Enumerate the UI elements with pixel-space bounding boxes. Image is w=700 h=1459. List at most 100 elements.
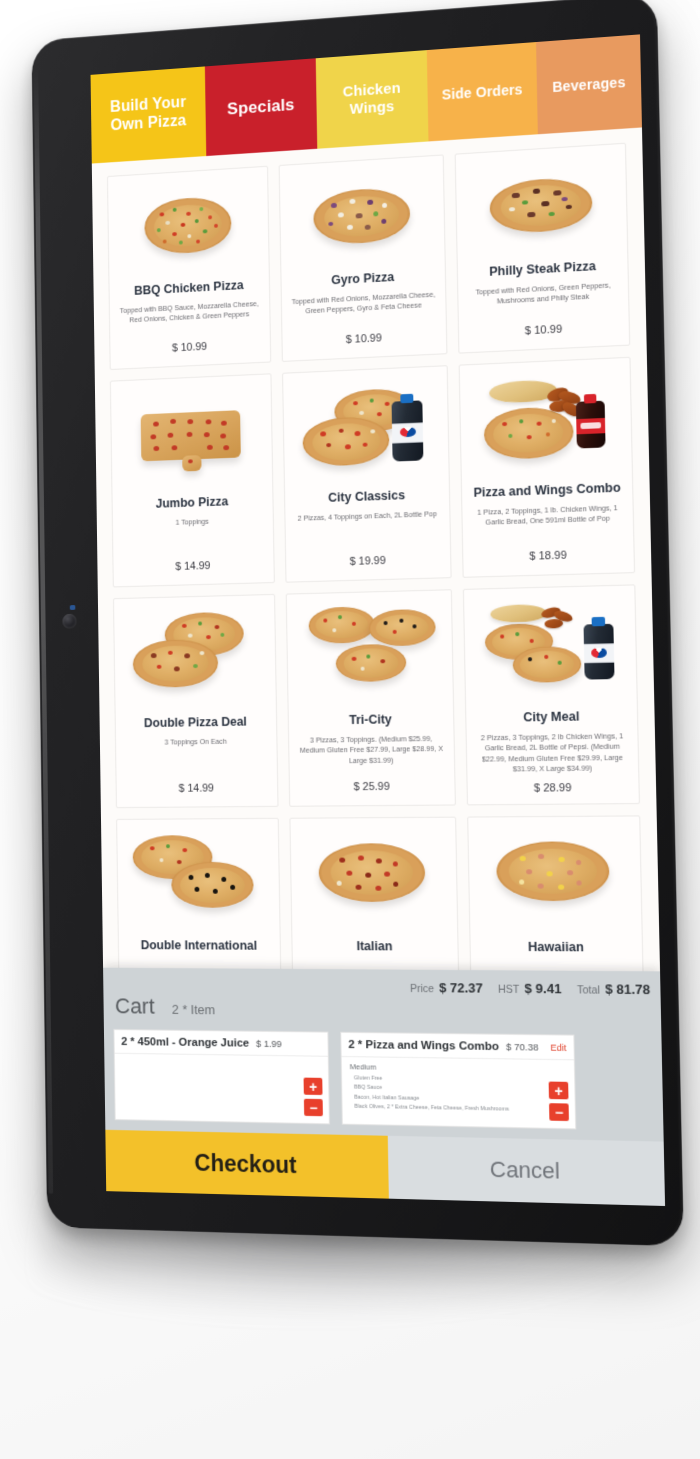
pepsi-bottle-icon	[583, 616, 615, 680]
product-image-gyro-pizza	[286, 166, 438, 270]
total-label: HST	[497, 983, 520, 996]
front-camera-icon	[62, 613, 77, 629]
total-grand: Total $ 81.78	[577, 981, 650, 997]
cart-panel: Price $ 72.37 HST $ 9.41 Total $ 81.78 C…	[103, 967, 666, 1207]
product-description: 1 Toppings	[175, 517, 209, 527]
tablet-device: Build Your Own Pizza Specials Chicken Wi…	[31, 0, 684, 1247]
total-price: Price $ 72.37	[410, 979, 483, 996]
status-led-icon	[69, 605, 76, 611]
tab-beverages[interactable]: Beverages	[536, 34, 643, 135]
cart-item-count: 2 * Item	[171, 1001, 216, 1018]
total-value: $ 81.78	[604, 980, 651, 997]
product-price: $ 10.99	[524, 323, 563, 338]
tab-build-your-own-pizza[interactable]: Build Your Own Pizza	[90, 66, 207, 164]
tab-label: Chicken Wings	[342, 80, 401, 118]
menu-card-double-pizza-deal[interactable]: Double Pizza Deal 3 Toppings On Each $ 1…	[112, 593, 279, 809]
bezel-highlight	[33, 65, 54, 1194]
product-name: Pizza and Wings Combo	[473, 480, 621, 500]
menu-row: BBQ Chicken Pizza Topped with BBQ Sauce,…	[106, 142, 631, 371]
cart-header: Cart 2 * Item	[115, 993, 215, 1020]
cart-item-orange-juice[interactable]: 2 * 450ml - Orange Juice $ 1.99 + −	[113, 1029, 330, 1125]
product-name: Double Pizza Deal	[143, 714, 247, 731]
product-description: 1 Pizza, 2 Toppings, 1 lb. Chicken Wings…	[477, 503, 618, 528]
cola-bottle-icon	[576, 394, 606, 449]
edit-cart-item-button[interactable]: Edit	[550, 1043, 566, 1053]
quantity-controls: + −	[548, 1081, 569, 1122]
quantity-controls: + −	[303, 1077, 323, 1117]
menu-card-italian[interactable]: Italian	[289, 816, 461, 1027]
product-description: 3 Pizzas, 3 Toppings. (Medium $25.99, Me…	[299, 734, 444, 765]
cart-item-header: 2 * 450ml - Orange Juice $ 1.99	[114, 1030, 328, 1057]
cart-item-option: Bacon, Hot Italian Sausage	[354, 1094, 420, 1102]
tab-chicken-wings[interactable]: Chicken Wings	[315, 50, 429, 149]
menu-card-tri-city[interactable]: Tri-City 3 Pizzas, 3 Toppings. (Medium $…	[285, 589, 457, 807]
total-label: Total	[576, 983, 601, 997]
menu-card-city-meal[interactable]: City Meal 2 Pizzas, 3 Toppings, 2 lb Chi…	[463, 584, 640, 806]
product-description: Topped with Red Onions, Mozzarella Chees…	[291, 289, 436, 316]
cart-item-options: Gluten Free BBQ Sauce Bacon, Hot Italian…	[342, 1073, 575, 1117]
total-value: $ 72.37	[438, 979, 483, 996]
product-name: Gyro Pizza	[331, 269, 395, 288]
product-image-italian	[297, 828, 450, 934]
product-name: Tri-City	[349, 712, 392, 728]
product-name: BBQ Chicken Pizza	[134, 278, 244, 298]
order-totals: Price $ 72.37 HST $ 9.41 Total $ 81.78	[355, 972, 661, 1003]
chicken-wings-icon	[540, 605, 581, 634]
menu-card-jumbo-pizza[interactable]: Jumbo Pizza 1 Toppings $ 14.99	[109, 373, 275, 588]
menu-card-city-classics[interactable]: City Classics 2 Pizzas, 4 Toppings on Ea…	[281, 365, 452, 583]
increase-quantity-button[interactable]: +	[303, 1077, 323, 1096]
product-image-jumbo-pizza	[118, 385, 266, 493]
product-image-city-classics	[290, 377, 442, 487]
menu-card-pizza-and-wings-combo[interactable]: Pizza and Wings Combo 1 Pizza, 2 Topping…	[458, 356, 636, 578]
product-description: 2 Pizzas, 3 Toppings, 2 lb Chicken Wings…	[480, 731, 624, 774]
total-hst: HST $ 9.41	[498, 980, 562, 996]
cart-item-option: Black Olives, 2 * Extra Cheese, Feta Che…	[354, 1104, 510, 1114]
screenshot-stage: Build Your Own Pizza Specials Chicken Wi…	[0, 0, 700, 1459]
pepsi-bottle-icon	[392, 393, 424, 462]
product-price: $ 19.99	[349, 554, 386, 568]
checkout-button[interactable]: Checkout	[105, 1129, 389, 1199]
tab-label: Build Your Own Pizza	[109, 94, 187, 135]
cancel-button[interactable]: Cancel	[387, 1135, 666, 1207]
product-description: 3 Toppings On Each	[164, 737, 227, 747]
menu-card-gyro-pizza[interactable]: Gyro Pizza Topped with Red Onions, Mozza…	[278, 154, 448, 362]
decrease-quantity-button[interactable]: −	[549, 1103, 569, 1122]
tablet-wrapper: Build Your Own Pizza Specials Chicken Wi…	[0, 0, 700, 1459]
menu-card-philly-steak-pizza[interactable]: Philly Steak Pizza Topped with Red Onion…	[454, 142, 631, 354]
chicken-wings-icon	[545, 384, 593, 422]
product-name: Jumbo Pizza	[155, 494, 229, 511]
decrease-quantity-button[interactable]: −	[303, 1098, 323, 1117]
menu-card-bbq-chicken-pizza[interactable]: BBQ Chicken Pizza Topped with BBQ Sauce,…	[106, 165, 271, 371]
product-image-hawaiian	[476, 827, 635, 934]
product-name: Hawaiian	[527, 939, 584, 955]
category-tab-bar: Build Your Own Pizza Specials Chicken Wi…	[90, 34, 643, 164]
total-value: $ 9.41	[524, 980, 562, 996]
cart-item-size: Medium	[349, 1062, 377, 1072]
product-name: City Meal	[523, 709, 580, 725]
cart-title: Cart	[114, 993, 155, 1019]
tab-specials[interactable]: Specials	[204, 58, 318, 157]
product-description: 2 Pizzas, 4 Toppings on Each, 2L Bottle …	[297, 509, 438, 523]
menu-card-hawaiian[interactable]: Hawaiian	[467, 815, 645, 1029]
cart-item-price: $ 70.38	[506, 1041, 539, 1054]
menu-row: Jumbo Pizza 1 Toppings $ 14.99 City Clas…	[109, 356, 636, 588]
cart-item-name: 2 * 450ml - Orange Juice	[121, 1036, 250, 1050]
product-description: Topped with BBQ Sauce, Mozzarella Cheese…	[119, 299, 259, 325]
product-price: $ 28.99	[533, 782, 572, 795]
product-image-philly-steak-pizza	[463, 154, 620, 260]
product-price: $ 18.99	[529, 549, 567, 563]
product-name: City Classics	[328, 488, 406, 505]
cart-item-list: 2 * 450ml - Orange Juice $ 1.99 + − 2 * …	[113, 1029, 655, 1135]
product-name: Double International	[140, 938, 258, 953]
cart-item-header: 2 * Pizza and Wings Combo $ 70.38 Edit	[341, 1032, 574, 1061]
product-price: $ 25.99	[353, 780, 390, 794]
tab-label: Side Orders	[441, 80, 523, 103]
cart-action-bar: Checkout Cancel	[105, 1129, 666, 1207]
product-description: Topped with Red Onions, Green Peppers, M…	[475, 280, 611, 307]
product-image-double-international	[124, 829, 273, 933]
cart-item-pizza-and-wings-combo[interactable]: 2 * Pizza and Wings Combo $ 70.38 Edit M…	[340, 1031, 577, 1130]
product-image-tri-city	[293, 600, 446, 707]
increase-quantity-button[interactable]: +	[548, 1081, 569, 1100]
tab-side-orders[interactable]: Side Orders	[426, 42, 538, 142]
product-name: Italian	[356, 939, 393, 954]
